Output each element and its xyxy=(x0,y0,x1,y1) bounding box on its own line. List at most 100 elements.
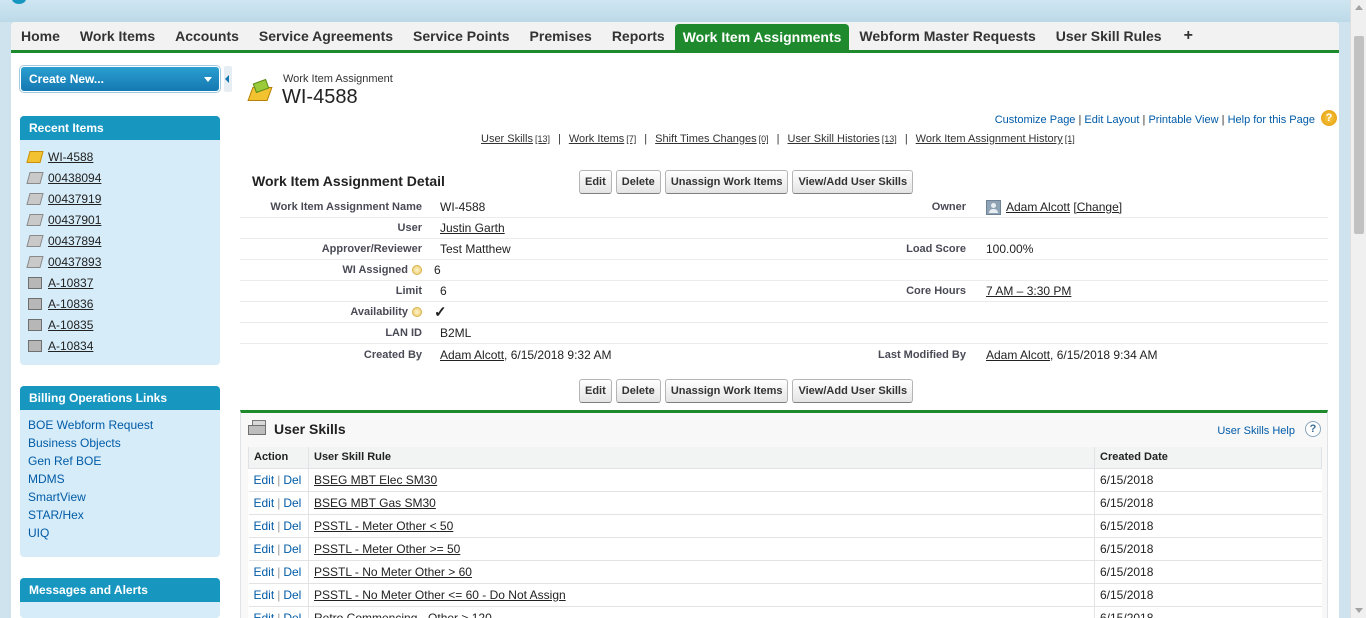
related-list-link[interactable]: User Skill Histories [13] xyxy=(788,133,897,145)
edit-row-link[interactable]: Edit xyxy=(254,542,275,556)
related-link-label: User Skills xyxy=(481,133,533,145)
rule-cell: PSSTL - Meter Other >= 50 xyxy=(308,537,1095,561)
recent-item-link[interactable]: A-10834 xyxy=(48,339,93,353)
detail-section-title: Work Item Assignment Detail xyxy=(252,173,445,189)
edit-row-link[interactable]: Edit xyxy=(254,611,275,618)
created-by-link[interactable]: Adam Alcott xyxy=(440,348,504,362)
create-new-button[interactable]: Create New... xyxy=(20,66,220,92)
sidebar-collapse-handle[interactable] xyxy=(224,66,232,92)
created-date-cell: 6/15/2018 xyxy=(1094,560,1322,584)
billing-link[interactable]: STAR/Hex xyxy=(28,508,84,522)
messages-alerts-title: Messages and Alerts xyxy=(20,578,220,602)
edit-row-link[interactable]: Edit xyxy=(254,473,275,487)
delete-row-link[interactable]: Del xyxy=(283,473,301,487)
recent-item-link[interactable]: 00437893 xyxy=(48,255,101,269)
change-owner-link[interactable]: [Change] xyxy=(1073,200,1122,214)
scroll-down-icon[interactable] xyxy=(1355,608,1363,613)
core-hours-link[interactable]: 7 AM – 3:30 PM xyxy=(986,284,1071,298)
tab-reports[interactable]: Reports xyxy=(602,22,675,50)
tab-accounts[interactable]: Accounts xyxy=(165,22,249,50)
edit-button[interactable]: Edit xyxy=(579,379,612,403)
separator: | xyxy=(277,610,281,618)
billing-links-list: BOE Webform Request Business Objects Gen R… xyxy=(20,410,220,546)
scroll-up-icon[interactable] xyxy=(1355,5,1363,10)
unassign-work-items-button[interactable]: Unassign Work Items xyxy=(664,379,789,403)
recent-item-link[interactable]: A-10836 xyxy=(48,297,93,311)
tab-service-agreements[interactable]: Service Agreements xyxy=(249,22,403,50)
edit-row-link[interactable]: Edit xyxy=(254,588,275,602)
delete-row-link[interactable]: Del xyxy=(283,519,301,533)
tab-user-skill-rules[interactable]: User Skill Rules xyxy=(1046,22,1172,50)
delete-row-link[interactable]: Del xyxy=(283,496,301,510)
help-for-page-link[interactable]: Help for this Page xyxy=(1228,114,1315,126)
related-link-count: [0] xyxy=(758,134,769,144)
tab-webform-master-requests[interactable]: Webform Master Requests xyxy=(849,22,1045,50)
recent-item-link[interactable]: 00437919 xyxy=(48,192,101,206)
delete-button[interactable]: Delete xyxy=(615,170,661,194)
info-icon[interactable] xyxy=(412,307,422,318)
edit-button[interactable]: Edit xyxy=(579,170,612,194)
owner-link[interactable]: Adam Alcott xyxy=(1006,200,1070,214)
tab-add-more[interactable]: + xyxy=(1172,22,1205,50)
delete-row-link[interactable]: Del xyxy=(283,542,301,556)
billing-link[interactable]: UIQ xyxy=(28,526,49,540)
delete-row-link[interactable]: Del xyxy=(283,588,301,602)
billing-links-title: Billing Operations Links xyxy=(20,386,220,410)
recent-item-link[interactable]: 00437894 xyxy=(48,234,101,248)
billing-link-item: Gen Ref BOE xyxy=(28,452,212,470)
edit-layout-link[interactable]: Edit Layout xyxy=(1084,114,1139,126)
recent-item-link[interactable]: WI-4588 xyxy=(48,150,93,164)
skill-rule-link[interactable]: PSSTL - No Meter Other <= 60 - Do Not As… xyxy=(314,588,566,602)
billing-link[interactable]: BOE Webform Request xyxy=(28,418,153,432)
recent-item-link[interactable]: A-10837 xyxy=(48,276,93,290)
related-link-label: Shift Times Changes xyxy=(655,133,757,145)
recent-item-link[interactable]: 00437901 xyxy=(48,213,101,227)
user-skills-help-link[interactable]: User Skills Help xyxy=(1217,425,1295,437)
action-cell: Edit | Del xyxy=(248,491,309,515)
tab-work-item-assignments[interactable]: Work Item Assignments xyxy=(674,24,850,50)
field-label: Load Score xyxy=(906,243,966,255)
related-list-link[interactable]: Work Items [7] xyxy=(569,133,636,145)
billing-link[interactable]: SmartView xyxy=(28,490,86,504)
delete-row-link[interactable]: Del xyxy=(283,565,301,579)
related-list-link[interactable]: Shift Times Changes [0] xyxy=(655,133,769,145)
edit-row-link[interactable]: Edit xyxy=(254,519,275,533)
recent-item-link[interactable]: A-10835 xyxy=(48,318,93,332)
billing-link[interactable]: Business Objects xyxy=(28,436,121,450)
delete-row-link[interactable]: Del xyxy=(283,611,301,618)
help-icon[interactable]: ? xyxy=(1321,110,1337,126)
vertical-scrollbar[interactable] xyxy=(1350,0,1366,618)
edit-row-link[interactable]: Edit xyxy=(254,565,275,579)
skill-rule-link[interactable]: BSEG MBT Elec SM30 xyxy=(314,473,437,487)
billing-link[interactable]: MDMS xyxy=(28,472,65,486)
rule-cell: BSEG MBT Gas SM30 xyxy=(308,491,1095,515)
view-add-user-skills-button[interactable]: View/Add User Skills xyxy=(792,170,914,194)
user-link[interactable]: Justin Garth xyxy=(440,221,505,235)
edit-row-link[interactable]: Edit xyxy=(254,496,275,510)
related-list-link[interactable]: User Skills [13] xyxy=(481,133,550,145)
recent-item-link[interactable]: 00438094 xyxy=(48,171,101,185)
question-icon[interactable]: ? xyxy=(1305,421,1321,437)
info-icon[interactable] xyxy=(412,265,422,276)
tab-work-items[interactable]: Work Items xyxy=(70,22,165,50)
view-add-user-skills-button[interactable]: View/Add User Skills xyxy=(792,379,914,403)
work-item-assignment-icon xyxy=(247,78,273,105)
scrollbar-thumb[interactable] xyxy=(1354,36,1364,234)
tab-service-points[interactable]: Service Points xyxy=(403,22,520,50)
billing-link[interactable]: Gen Ref BOE xyxy=(28,454,101,468)
skill-rule-link[interactable]: PSSTL - Meter Other >= 50 xyxy=(314,542,460,556)
modified-by-link[interactable]: Adam Alcott xyxy=(986,348,1050,362)
skill-rule-link[interactable]: BSEG MBT Gas SM30 xyxy=(314,496,436,510)
delete-button[interactable]: Delete xyxy=(615,379,661,403)
tab-home[interactable]: Home xyxy=(11,22,70,50)
printable-view-link[interactable]: Printable View xyxy=(1148,114,1218,126)
related-link-label: User Skill Histories xyxy=(787,133,880,145)
unassign-work-items-button[interactable]: Unassign Work Items xyxy=(664,170,789,194)
customize-page-link[interactable]: Customize Page xyxy=(995,114,1076,126)
related-list-link[interactable]: Work Item Assignment History [1] xyxy=(916,133,1075,145)
tab-premises[interactable]: Premises xyxy=(520,22,602,50)
skill-rule-link[interactable]: PSSTL - No Meter Other > 60 xyxy=(314,565,472,579)
action-cell: Edit | Del xyxy=(248,468,309,492)
skill-rule-link[interactable]: PSSTL - Meter Other < 50 xyxy=(314,519,453,533)
skill-rule-link[interactable]: Retro Commencing - Other > 120 xyxy=(314,611,492,618)
